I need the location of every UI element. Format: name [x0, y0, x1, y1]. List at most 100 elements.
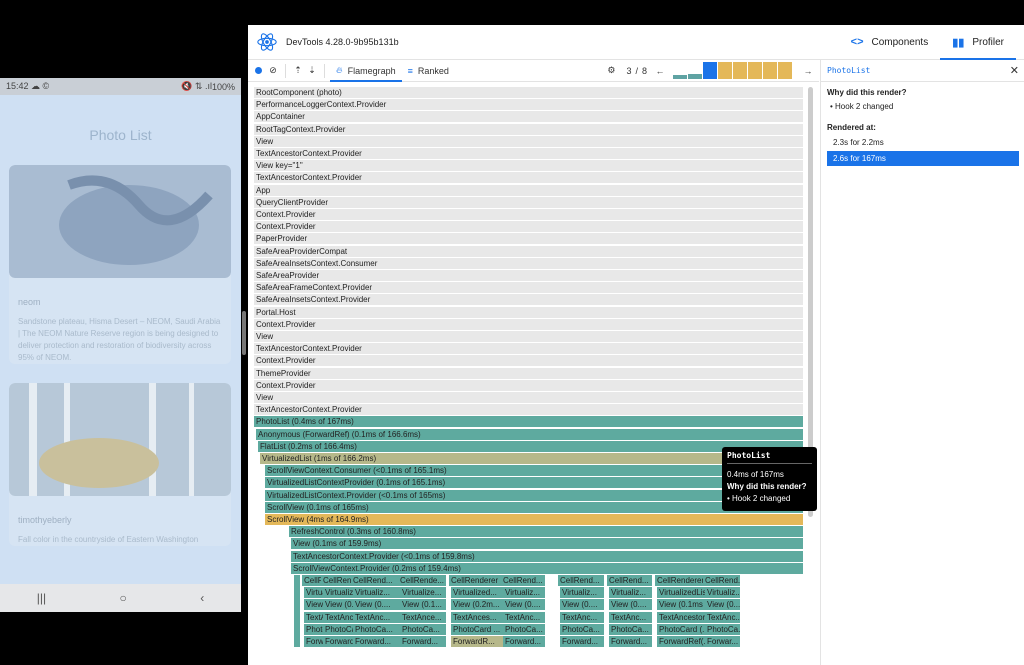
- flame-node[interactable]: Virtualized...: [451, 587, 504, 599]
- flame-node[interactable]: RootComponent (photo): [254, 87, 804, 98]
- flame-node[interactable]: View: [254, 392, 804, 403]
- flame-node[interactable]: ScrollViewContext.Provider (0.2ms of 159…: [291, 562, 804, 574]
- commit-bar[interactable]: [748, 62, 762, 79]
- flame-node[interactable]: PhotoCa...: [503, 623, 546, 635]
- flame-node[interactable]: PhotoCa...: [705, 623, 741, 635]
- flame-node[interactable]: CellRend...: [703, 575, 741, 586]
- flame-node[interactable]: Virtualize...: [400, 587, 447, 599]
- flame-node[interactable]: TextAnc...: [353, 611, 401, 623]
- flame-node[interactable]: View: [254, 135, 804, 147]
- record-icon[interactable]: [255, 67, 262, 74]
- flame-node[interactable]: View (0.1ms of 159.9ms): [291, 538, 804, 550]
- flame-node[interactable]: Virtualiz...: [609, 587, 653, 599]
- close-icon[interactable]: ✕: [1010, 64, 1019, 77]
- flame-node[interactable]: ThemeProvider: [254, 367, 804, 379]
- flame-node[interactable]: Context.Provider: [254, 355, 804, 367]
- flame-node[interactable]: App: [254, 184, 804, 196]
- flame-node[interactable]: View (0.1...: [400, 599, 447, 611]
- flame-node[interactable]: CellRend...: [501, 575, 546, 586]
- flame-node[interactable]: RefreshControl (0.3ms of 160.8ms): [289, 526, 804, 538]
- flame-node[interactable]: RootTagContext.Provider: [254, 123, 804, 135]
- flame-node[interactable]: PerformanceLoggerContext.Provider: [254, 99, 804, 111]
- flame-node[interactable]: View (0....: [609, 599, 653, 611]
- commit-bar[interactable]: [733, 62, 747, 79]
- flame-node[interactable]: CellRend...: [607, 575, 653, 586]
- flame-node[interactable]: Virtualiz...: [560, 587, 605, 599]
- flame-node[interactable]: TextAnc...: [560, 611, 605, 623]
- flame-node[interactable]: View: [254, 331, 804, 342]
- flame-node[interactable]: ScrollView (4ms of 164.9ms): [265, 514, 804, 525]
- flame-node[interactable]: CellRend...: [351, 575, 401, 586]
- flame-node[interactable]: CellRende...: [398, 575, 447, 586]
- flame-node[interactable]: View (0....: [560, 599, 605, 611]
- flame-node[interactable]: View (0....: [353, 599, 401, 611]
- commit-bar[interactable]: [778, 62, 792, 79]
- flamegraph-chart[interactable]: RootComponent (photo) PerformanceLoggerCo…: [254, 87, 807, 663]
- back-button[interactable]: ‹: [200, 591, 204, 605]
- photo-card[interactable]: timothyeberly Fall color in the countrys…: [9, 383, 231, 546]
- commit-bar-chart[interactable]: [673, 62, 793, 79]
- flame-node[interactable]: TextAncestorContext.Provider: [254, 148, 804, 159]
- commit-bar[interactable]: [718, 62, 732, 79]
- flame-node[interactable]: CellRend...: [558, 575, 605, 586]
- tab-components[interactable]: <> Components: [839, 25, 941, 59]
- flame-node[interactable]: PhotoCa...: [353, 623, 401, 635]
- flame-node[interactable]: TextAnc...: [503, 611, 546, 623]
- photo-card[interactable]: neom Sandstone plateau, Hisma Desert – N…: [9, 165, 231, 364]
- flame-node[interactable]: CellRenderer ...: [449, 575, 504, 586]
- flame-node[interactable]: AppContainer: [254, 111, 804, 123]
- flame-node[interactable]: SafeAreaInsetsContext.Provider: [254, 294, 804, 306]
- flame-node[interactable]: TextAncestorContext.Provider: [254, 404, 804, 416]
- flame-node[interactable]: PhotoCa...: [609, 623, 653, 635]
- app-screen[interactable]: Photo List neom Sandstone plateau, Hisma…: [0, 95, 241, 584]
- flame-node[interactable]: Context.Provider: [254, 379, 804, 391]
- next-commit-arrow-icon[interactable]: →: [801, 66, 815, 76]
- tab-profiler[interactable]: ▮▮ Profiler: [940, 25, 1016, 60]
- flame-node[interactable]: Forward...: [609, 636, 653, 647]
- emulator-resize-handle[interactable]: [242, 311, 246, 355]
- download-icon[interactable]: ⇣: [305, 65, 319, 76]
- home-button[interactable]: ○: [120, 591, 127, 605]
- flame-node[interactable]: SafeAreaInsetsContext.Consumer: [254, 257, 804, 269]
- flame-node[interactable]: View (0....: [503, 599, 546, 611]
- flame-node[interactable]: Forward...: [400, 636, 447, 647]
- flame-node[interactable]: View (0....: [705, 599, 741, 611]
- recents-button[interactable]: |||: [37, 591, 46, 605]
- flame-node[interactable]: Virtualiz...: [353, 587, 401, 599]
- tab-flamegraph[interactable]: 🔥︎ Flamegraph: [330, 60, 402, 82]
- flame-node[interactable]: PhotoCa...: [560, 623, 605, 635]
- commit-bar[interactable]: [673, 75, 687, 79]
- prev-commit-arrow-icon[interactable]: ←: [653, 66, 667, 76]
- flame-node[interactable]: Anonymous (ForwardRef) (0.1ms of 166.6ms…: [256, 428, 804, 440]
- flame-node-thin[interactable]: [294, 575, 301, 648]
- rendered-at-commit[interactable]: 2.3s for 2.2ms: [827, 135, 1019, 150]
- flame-node[interactable]: Context.Provider: [254, 221, 804, 233]
- upload-icon[interactable]: ⇡: [291, 65, 305, 76]
- flame-node[interactable]: Context.Provider: [254, 318, 804, 330]
- commit-bar[interactable]: [763, 62, 777, 79]
- flame-node[interactable]: Context.Provider: [254, 209, 804, 220]
- flame-node[interactable]: QueryClientProvider: [254, 196, 804, 208]
- flame-node[interactable]: TextAncestorContext.Provider: [254, 343, 804, 355]
- flame-node[interactable]: Portal.Host: [254, 306, 804, 318]
- flame-node[interactable]: SafeAreaProvider: [254, 270, 804, 281]
- flame-node[interactable]: PaperProvider: [254, 233, 804, 245]
- flame-node[interactable]: PhotoCard ...: [451, 623, 504, 635]
- flame-node[interactable]: TextAnce...: [400, 611, 447, 623]
- tab-ranked[interactable]: ≡ Ranked: [402, 60, 455, 81]
- flame-node[interactable]: TextAncestorContext.Provider: [254, 172, 804, 184]
- flame-node[interactable]: Forwar...: [705, 636, 741, 647]
- flame-node[interactable]: TextAnc...: [609, 611, 653, 623]
- flame-node[interactable]: SafeAreaProviderCompat: [254, 245, 804, 257]
- flame-node[interactable]: Forward...: [503, 636, 546, 647]
- flame-node[interactable]: Virtualiz...: [503, 587, 546, 599]
- flame-node[interactable]: PhotoList (0.4ms of 167ms): [254, 416, 804, 428]
- commit-bar-selected[interactable]: [703, 62, 717, 79]
- flame-node[interactable]: TextAnces...: [451, 611, 504, 623]
- flame-node[interactable]: SafeAreaFrameContext.Provider: [254, 282, 804, 294]
- flame-node[interactable]: TextAncestorContext.Provider (<0.1ms of …: [291, 550, 804, 562]
- flame-node[interactable]: PhotoCa...: [400, 623, 447, 635]
- flame-node[interactable]: ForwardR...: [451, 636, 504, 647]
- flame-node[interactable]: View key="1": [254, 160, 804, 172]
- flame-node[interactable]: Forward...: [560, 636, 605, 647]
